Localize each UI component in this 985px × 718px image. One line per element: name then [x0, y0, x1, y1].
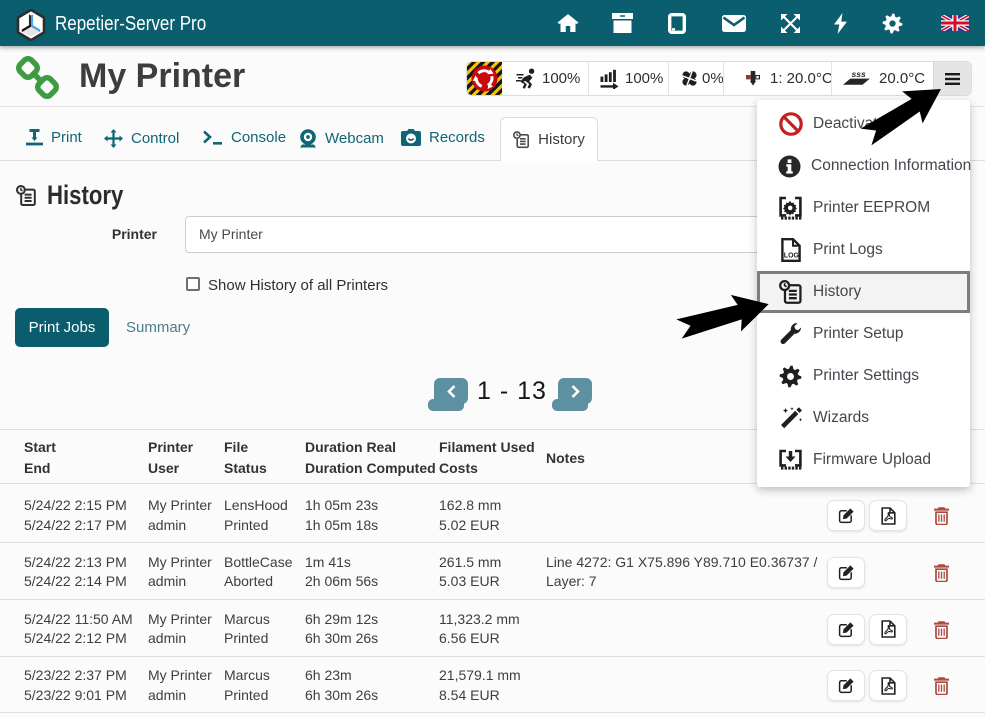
svg-text:LOG: LOG — [783, 253, 799, 260]
